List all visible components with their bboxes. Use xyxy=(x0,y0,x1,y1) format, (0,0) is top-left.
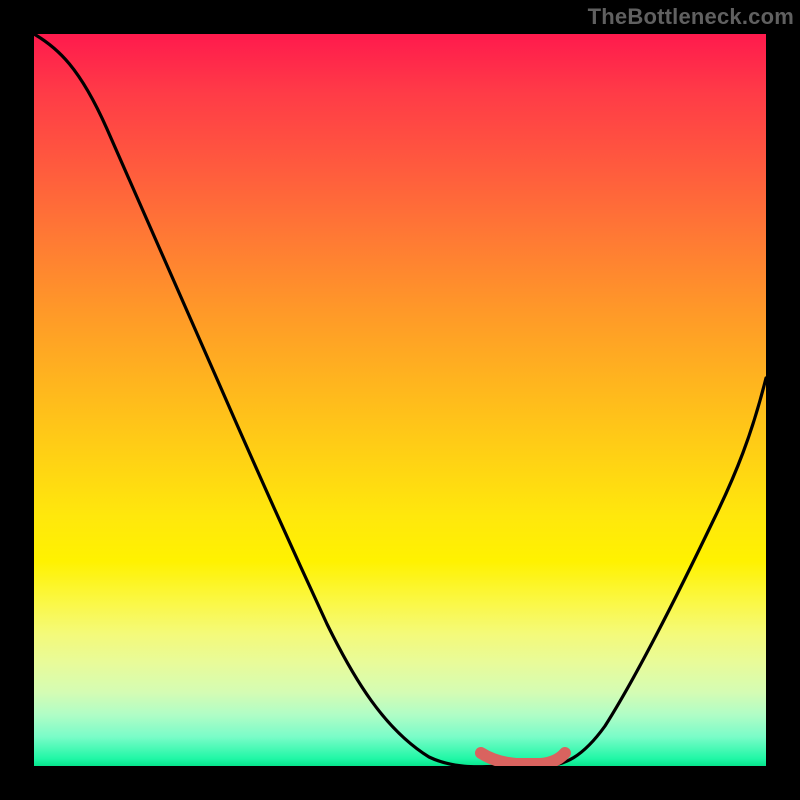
watermark-text: TheBottleneck.com xyxy=(588,4,794,30)
chart-background-gradient xyxy=(34,34,766,766)
chart-frame: TheBottleneck.com xyxy=(0,0,800,800)
